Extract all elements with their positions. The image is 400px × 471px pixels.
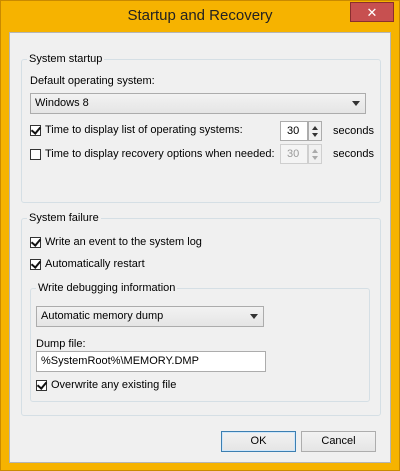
spin-up-icon xyxy=(312,149,318,153)
display-list-row[interactable]: Time to display list of operating system… xyxy=(30,124,243,136)
recovery-options-label: Time to display recovery options when ne… xyxy=(45,148,275,160)
write-event-row[interactable]: Write an event to the system log xyxy=(30,236,202,248)
write-event-label: Write an event to the system log xyxy=(45,236,202,248)
window-title: Startup and Recovery xyxy=(127,7,273,24)
display-list-checkbox[interactable] xyxy=(30,124,41,136)
display-list-unit: seconds xyxy=(333,125,374,137)
default-os-label: Default operating system: xyxy=(30,75,155,87)
chevron-down-icon xyxy=(352,101,360,106)
spin-down-icon[interactable] xyxy=(312,133,318,137)
title-bar[interactable]: Startup and Recovery ✕ xyxy=(1,1,399,31)
dump-file-input[interactable]: %SystemRoot%\MEMORY.DMP xyxy=(36,351,266,372)
default-os-dropdown[interactable]: Windows 8 xyxy=(30,93,366,114)
overwrite-row[interactable]: Overwrite any existing file xyxy=(36,379,176,391)
system-startup-legend: System startup xyxy=(29,53,103,65)
recovery-seconds-input: 30 xyxy=(280,144,308,164)
write-event-checkbox[interactable] xyxy=(30,236,41,248)
overwrite-checkbox[interactable] xyxy=(36,379,47,391)
close-button[interactable]: ✕ xyxy=(350,2,394,22)
ok-button[interactable]: OK xyxy=(221,431,296,452)
recovery-unit: seconds xyxy=(333,148,374,160)
auto-restart-row[interactable]: Automatically restart xyxy=(30,258,145,270)
recovery-spinner xyxy=(308,144,322,164)
cancel-button[interactable]: Cancel xyxy=(301,431,376,452)
dialog-client-area: System startup Default operating system:… xyxy=(9,32,391,463)
overwrite-label: Overwrite any existing file xyxy=(51,379,177,391)
spin-up-icon[interactable] xyxy=(312,126,318,130)
dump-file-label: Dump file: xyxy=(36,338,86,350)
auto-restart-label: Automatically restart xyxy=(45,258,145,270)
default-os-value: Windows 8 xyxy=(35,97,89,109)
dump-type-value: Automatic memory dump xyxy=(41,310,164,322)
spin-down-icon xyxy=(312,156,318,160)
auto-restart-checkbox[interactable] xyxy=(30,258,41,270)
system-failure-legend: System failure xyxy=(29,212,99,224)
chevron-down-icon xyxy=(250,314,258,319)
display-list-spinner[interactable] xyxy=(308,121,322,141)
debug-info-legend: Write debugging information xyxy=(38,282,176,294)
display-list-seconds-input[interactable]: 30 xyxy=(280,121,308,141)
recovery-options-checkbox[interactable] xyxy=(30,148,41,160)
startup-recovery-dialog: Startup and Recovery ✕ System startup De… xyxy=(0,0,400,471)
dump-type-dropdown[interactable]: Automatic memory dump xyxy=(36,306,264,327)
recovery-options-row[interactable]: Time to display recovery options when ne… xyxy=(30,148,275,160)
display-list-label: Time to display list of operating system… xyxy=(45,124,243,136)
